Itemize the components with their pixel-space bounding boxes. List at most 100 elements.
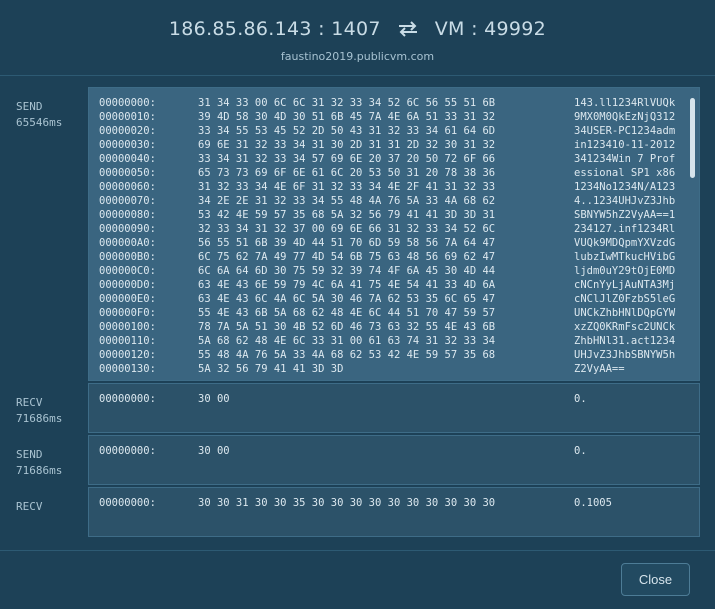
hex-offset: 00000000: [99,97,156,109]
hex-offset: 00000050: [99,167,156,179]
ascii-text: 341234Win 7 Prof [574,153,676,165]
hex-row: 000000E0: 63 4E 43 6C 4A 6C 5A 30 46 7A 6… [99,292,699,306]
scrollbar-thumb[interactable] [690,98,695,178]
hex-bytes: 30 00 [198,393,230,405]
hex-row: 00000040: 33 34 31 32 33 34 57 69 6E 20 3… [99,152,699,166]
hex-offset: 00000040: [99,153,156,165]
packet-direction: RECV [16,500,43,513]
packet-dialog: 186.85.86.143 : 1407 VM : 49992 faustino… [0,0,715,609]
dialog-header: 186.85.86.143 : 1407 VM : 49992 faustino… [0,0,715,76]
hex-offset: 00000090: [99,223,156,235]
hex-offset: 000000F0: [99,307,156,319]
hex-bytes: 63 4E 43 6E 59 79 4C 6A 41 75 4E 54 41 3… [198,279,496,291]
ascii-text: cNClJlZ0FzbS5leG [574,293,676,305]
ascii-text: Z2VyAA== [574,363,625,375]
ascii-text: SBNYW5hZ2VyAA==1 [574,209,676,221]
hex-bytes: 5A 32 56 79 41 41 3D 3D [198,363,344,375]
hex-offset: 00000120: [99,349,156,361]
hex-row: 00000070: 34 2E 2E 31 32 33 34 55 48 4A 7… [99,194,699,208]
hex-row: 000000F0: 55 4E 43 6B 5A 68 62 48 4E 6C 4… [99,306,699,320]
hex-bytes: 63 4E 43 6C 4A 6C 5A 30 46 7A 62 53 35 6… [198,293,496,305]
hex-bytes: 30 30 31 30 30 35 30 30 30 30 30 30 30 3… [198,497,496,509]
packet-meta: SEND 65546ms [16,99,62,131]
host-name: faustino2019.publicvm.com [280,50,435,63]
hex-bytes: 31 34 33 00 6C 6C 31 32 33 34 52 6C 56 5… [198,97,496,109]
vm-endpoint: VM : 49992 [434,18,547,40]
packet-time: 71686ms [16,412,63,425]
hex-bytes: 6C 6A 64 6D 30 75 59 32 39 74 4F 6A 45 3… [198,265,496,277]
hex-bytes: 55 48 4A 76 5A 33 4A 68 62 53 42 4E 59 5… [198,349,496,361]
hex-dump-box: 00000000: 30 00 0. [88,435,700,485]
hex-row: 000000D0: 63 4E 43 6E 59 79 4C 6A 41 75 4… [99,278,699,292]
ascii-text: 0.1005 [574,497,612,509]
hex-offset: 000000A0: [99,237,156,249]
ascii-text: xzZQ0KRmFsc2UNCk [574,321,676,333]
hex-offset: 00000020: [99,125,156,137]
hex-row: 00000050: 65 73 73 69 6F 6E 61 6C 20 53 5… [99,166,699,180]
hex-row: 00000080: 53 42 4E 59 57 35 68 5A 32 56 7… [99,208,699,222]
hex-dump-box: 00000000: 31 34 33 00 6C 6C 31 32 33 34 5… [88,87,700,381]
packet-meta: RECV [16,499,43,515]
hex-row: 00000060: 31 32 33 34 4E 6F 31 32 33 34 4… [99,180,699,194]
hex-row: 00000090: 32 33 34 31 32 37 00 69 6E 66 3… [99,222,699,236]
connection-line: 186.85.86.143 : 1407 VM : 49992 [0,18,715,40]
hex-row: 000000C0: 6C 6A 64 6D 30 75 59 32 39 74 4… [99,264,699,278]
hex-bytes: 55 4E 43 6B 5A 68 62 48 4E 6C 44 51 70 4… [198,307,496,319]
hex-offset: 00000080: [99,209,156,221]
ascii-text: ZhbHNl31.act1234 [574,335,676,347]
hex-bytes: 69 6E 31 32 33 34 31 30 2D 31 31 2D 32 3… [198,139,496,151]
hex-bytes: 6C 75 62 7A 49 77 4D 54 6B 75 63 48 56 6… [198,251,496,263]
hex-offset: 00000030: [99,139,156,151]
hex-offset: 00000000: [99,497,156,509]
packet-direction: SEND [16,100,43,113]
hex-offset: 000000B0: [99,251,156,263]
remote-endpoint: 186.85.86.143 : 1407 [168,18,381,40]
hex-bytes: 30 00 [198,445,230,457]
close-button[interactable]: Close [621,563,690,596]
hex-offset: 00000070: [99,195,156,207]
ascii-text: in123410-11-2012 [574,139,676,151]
hex-row: 000000A0: 56 55 51 6B 39 4D 44 51 70 6D 5… [99,236,699,250]
swap-arrows-icon [398,21,417,37]
ascii-text: cNCnYyLjAuNTA3Mj [574,279,676,291]
packet-direction: SEND [16,448,43,461]
hex-bytes: 34 2E 2E 31 32 33 34 55 48 4A 76 5A 33 4… [198,195,496,207]
dialog-footer: Close [0,550,715,609]
hex-row: 00000100: 78 7A 5A 51 30 4B 52 6D 46 73 6… [99,320,699,334]
hex-row: 00000000: 31 34 33 00 6C 6C 31 32 33 34 5… [99,96,699,110]
hex-bytes: 39 4D 58 30 4D 30 51 6B 45 7A 4E 6A 51 3… [198,111,496,123]
hex-offset: 00000000: [99,445,156,457]
hex-offset: 000000C0: [99,265,156,277]
hex-row: 00000130: 5A 32 56 79 41 41 3D 3D Z2VyAA== [99,362,699,376]
ascii-text: 234127.inf1234Rl [574,223,676,235]
hex-row: 00000120: 55 48 4A 76 5A 33 4A 68 62 53 4… [99,348,699,362]
hex-bytes: 56 55 51 6B 39 4D 44 51 70 6D 59 58 56 7… [198,237,496,249]
hex-bytes: 33 34 31 32 33 34 57 69 6E 20 37 20 50 7… [198,153,496,165]
hex-offset: 00000010: [99,111,156,123]
packet-meta: RECV 71686ms [16,395,62,427]
hex-row: 00000110: 5A 68 62 48 4E 6C 33 31 00 61 6… [99,334,699,348]
hex-offset: 00000060: [99,181,156,193]
packet-meta: SEND 71686ms [16,447,62,479]
ascii-text: 0. [574,445,587,457]
hex-offset: 00000110: [99,335,156,347]
hex-bytes: 5A 68 62 48 4E 6C 33 31 00 61 63 74 31 3… [198,335,496,347]
packet-time: 65546ms [16,116,63,129]
ascii-text: VUQk9MDQpmYXVzdG [574,237,676,249]
ascii-text: essional SP1 x86 [574,167,676,179]
hex-bytes: 78 7A 5A 51 30 4B 52 6D 46 73 63 32 55 4… [198,321,496,333]
ascii-text: 4..1234UHJvZ3Jhb [574,195,676,207]
packet-log[interactable]: SEND 65546ms 00000000: 31 34 33 00 6C 6C 31… [0,77,715,550]
hex-row: 00000030: 69 6E 31 32 33 34 31 30 2D 31 3… [99,138,699,152]
hex-row: 000000B0: 6C 75 62 7A 49 77 4D 54 6B 75 6… [99,250,699,264]
hex-offset: 00000000: [99,393,156,405]
ascii-text: ljdm0uY29tOjE0MD [574,265,676,277]
hex-offset: 00000130: [99,363,156,375]
ascii-text: 143.ll1234RlVUQk [574,97,676,109]
hex-bytes: 31 32 33 34 4E 6F 31 32 33 34 4E 2F 41 3… [198,181,496,193]
ascii-text: 9MX0M0QkEzNjQ312 [574,111,676,123]
hex-row: 00000000: 30 30 31 30 30 35 30 30 30 30 3… [99,496,699,510]
packet-direction: RECV [16,396,43,409]
hex-row: 00000020: 33 34 55 53 45 52 2D 50 43 31 3… [99,124,699,138]
ascii-text: 0. [574,393,587,405]
